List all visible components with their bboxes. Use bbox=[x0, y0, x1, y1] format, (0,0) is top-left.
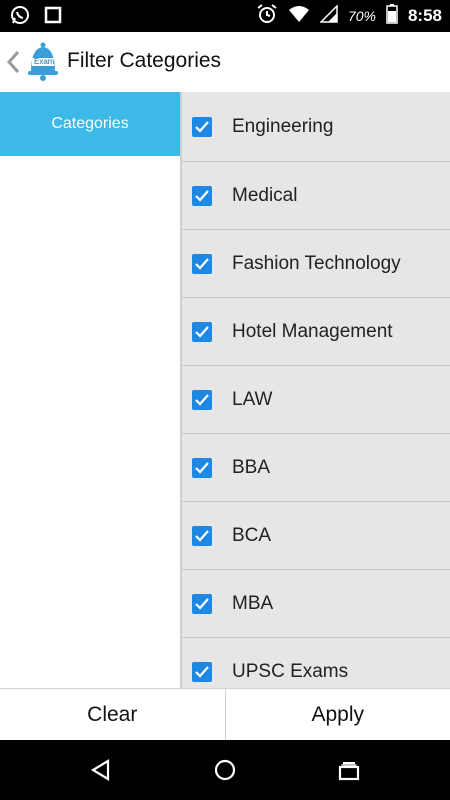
checkbox-checked-icon[interactable] bbox=[192, 457, 212, 478]
list-item-label: LAW bbox=[232, 388, 273, 410]
clear-button[interactable]: Clear bbox=[0, 689, 225, 740]
page-title: Filter Categories bbox=[67, 49, 222, 72]
category-list[interactable]: Engineering Medical Fashion Technology H… bbox=[180, 92, 450, 688]
list-item[interactable]: MBA bbox=[182, 570, 450, 638]
whatsapp-icon bbox=[10, 5, 30, 30]
checkbox-checked-icon[interactable] bbox=[192, 661, 212, 682]
signal-icon bbox=[319, 3, 338, 28]
checkbox-checked-icon[interactable] bbox=[192, 321, 212, 342]
home-circle-icon[interactable] bbox=[212, 758, 238, 782]
battery-icon bbox=[386, 3, 398, 29]
list-item-label: Fashion Technology bbox=[232, 252, 401, 274]
checkbox-checked-icon[interactable] bbox=[192, 525, 212, 546]
list-item-label: UPSC Exams bbox=[232, 660, 349, 682]
status-bar: 70% 8:58 bbox=[0, 0, 450, 32]
list-item-label: BBA bbox=[232, 456, 271, 478]
app-bar: Exam Filter Categories bbox=[0, 32, 450, 92]
sidebar: Categories bbox=[0, 92, 180, 688]
checkbox-checked-icon[interactable] bbox=[192, 593, 212, 614]
apply-button[interactable]: Apply bbox=[224, 689, 450, 740]
list-item[interactable]: BBA bbox=[182, 434, 450, 502]
checkbox-checked-icon[interactable] bbox=[192, 185, 212, 206]
checkbox-checked-icon[interactable] bbox=[192, 116, 212, 137]
wifi-icon bbox=[288, 5, 310, 28]
app-logo: Exam bbox=[26, 42, 60, 82]
square-notification-icon bbox=[44, 6, 62, 29]
list-item-label: BCA bbox=[232, 524, 272, 546]
back-arrow-icon[interactable] bbox=[4, 48, 24, 76]
list-item[interactable]: UPSC Exams bbox=[182, 638, 450, 688]
alarm-icon bbox=[256, 3, 278, 30]
list-item[interactable]: Medical bbox=[182, 162, 450, 230]
list-item-label: Medical bbox=[232, 184, 298, 206]
navigation-bar bbox=[0, 740, 450, 800]
list-item[interactable]: LAW bbox=[182, 366, 450, 434]
checkbox-checked-icon[interactable] bbox=[192, 389, 212, 410]
back-triangle-icon[interactable] bbox=[88, 758, 114, 782]
list-item[interactable]: BCA bbox=[182, 502, 450, 570]
list-item-label: Hotel Management bbox=[232, 320, 393, 342]
sidebar-item-label: Categories bbox=[51, 115, 129, 132]
list-item-label: MBA bbox=[232, 592, 274, 614]
action-bar: Clear Apply bbox=[0, 688, 450, 740]
recent-apps-icon[interactable] bbox=[336, 758, 362, 782]
battery-percent: 70% bbox=[347, 8, 376, 24]
list-item-label: Engineering bbox=[232, 115, 334, 137]
list-item[interactable]: Fashion Technology bbox=[182, 230, 450, 298]
sidebar-item-categories[interactable]: Categories bbox=[0, 92, 180, 156]
clock: 8:58 bbox=[407, 6, 442, 25]
logo-text: Exam bbox=[34, 57, 55, 66]
checkbox-checked-icon[interactable] bbox=[192, 253, 212, 274]
list-item[interactable]: Engineering bbox=[182, 92, 450, 162]
list-item[interactable]: Hotel Management bbox=[182, 298, 450, 366]
